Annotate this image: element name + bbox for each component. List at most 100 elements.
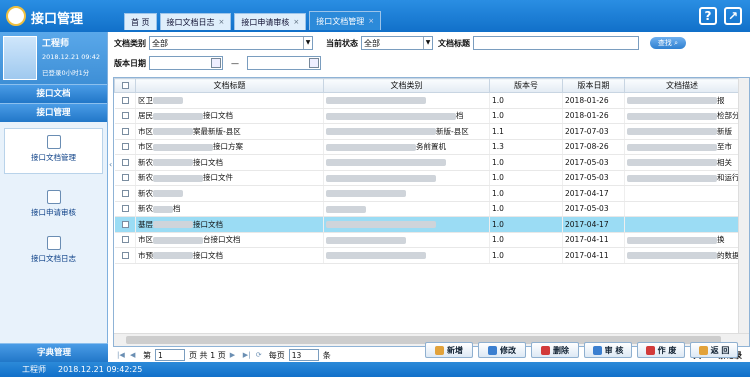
table-row[interactable]: 市区 接口方案 务前置机 1.3 2017-08-26 至市 <box>114 139 740 155</box>
table-row[interactable]: 基层 接口文档 1.0 2017-04-17 <box>114 216 740 233</box>
sidebar-item-label: 接口申请审核 <box>31 208 76 217</box>
select-value: 全部 <box>364 38 380 48</box>
delete-icon <box>541 345 550 355</box>
help-icon[interactable]: ? <box>699 7 717 25</box>
table-row[interactable]: 区卫 1.0 2018-01-26 报 <box>114 92 740 109</box>
row-checkbox[interactable] <box>122 174 130 182</box>
close-icon[interactable]: × <box>293 18 299 26</box>
calendar-icon[interactable] <box>309 58 319 68</box>
column-header[interactable]: 文档类别 <box>323 78 490 93</box>
delete-button[interactable]: 删除 <box>531 342 579 358</box>
table-row[interactable]: 居民 接口文档 档 1.0 2018-01-26 检部分 <box>114 108 740 124</box>
sidebar-section-manage[interactable]: 接口管理 <box>0 103 107 122</box>
row-checkbox-cell[interactable] <box>114 232 136 248</box>
tab-home[interactable]: 首 页 <box>124 13 157 30</box>
column-header[interactable]: 版本日期 <box>562 78 625 93</box>
row-checkbox-cell[interactable] <box>114 185 136 202</box>
close-icon[interactable]: × <box>219 18 225 26</box>
redacted-block <box>326 97 426 105</box>
date-to-field[interactable] <box>247 56 321 70</box>
select-value: 全部 <box>152 38 168 48</box>
redacted-block <box>153 190 183 198</box>
cell-date: 2017-04-11 <box>562 232 625 248</box>
row-checkbox[interactable] <box>122 96 130 104</box>
table-row[interactable]: 新农 接口文档 1.0 2017-05-03 相关 <box>114 154 740 171</box>
column-header[interactable]: 版本号 <box>489 78 563 93</box>
cell-text: 区卫 <box>138 95 153 105</box>
row-checkbox[interactable] <box>122 158 130 166</box>
status-time: 2018.12.21 09:42:25 <box>58 365 143 374</box>
doc-type-select[interactable]: 全部 ▼ <box>149 36 313 50</box>
table-row[interactable]: 市区 案最新版-县区 新版-县区 1.1 2017-07-03 新版 <box>114 123 740 140</box>
cell-desc: 报 <box>624 92 740 109</box>
sidebar-item-doc-manage[interactable]: 接口文档管理 <box>4 128 103 174</box>
cell-text: 档 <box>173 204 181 214</box>
table-row[interactable]: 新农 1.0 2017-04-17 <box>114 185 740 202</box>
cell-type <box>323 201 490 217</box>
review-button[interactable]: 审 核 <box>584 342 632 358</box>
row-checkbox-cell[interactable] <box>114 123 136 140</box>
redacted-block <box>627 174 717 182</box>
add-button[interactable]: 新增 <box>425 342 473 358</box>
cell-type <box>323 92 490 109</box>
state-select[interactable]: 全部 ▼ <box>361 36 433 50</box>
vertical-scrollbar[interactable] <box>738 78 749 334</box>
table-row[interactable]: 新农 档 1.0 2017-05-03 <box>114 201 740 217</box>
select-all-checkbox[interactable] <box>121 82 129 89</box>
cell-desc: 检部分 <box>624 108 740 124</box>
row-checkbox[interactable] <box>122 127 130 135</box>
cell-text: 基层 <box>138 219 153 229</box>
tab-doc-manage[interactable]: 接口文档管理 × <box>309 11 382 30</box>
title-input[interactable] <box>473 36 639 50</box>
cell-date: 2017-04-17 <box>562 185 625 202</box>
sidebar-section-docs[interactable]: 接口文档 <box>0 84 107 103</box>
redacted-block <box>326 143 416 151</box>
row-checkbox[interactable] <box>122 251 130 259</box>
header-checkbox-cell[interactable] <box>114 78 136 93</box>
row-checkbox[interactable] <box>122 189 130 197</box>
table-row[interactable]: 市预 接口文档 1.0 2017-04-11 的数据 <box>114 247 740 264</box>
table-row[interactable]: 市区 台接口文档 1.0 2017-04-11 换 <box>114 232 740 248</box>
table-row[interactable]: 新农 接口文件 1.0 2017-05-03 和运行 <box>114 170 740 186</box>
tab-doc-log[interactable]: 接口文档日志 × <box>159 13 232 30</box>
date-from-field[interactable] <box>149 56 223 70</box>
row-checkbox-cell[interactable] <box>114 216 136 233</box>
row-checkbox[interactable] <box>122 220 130 228</box>
column-header[interactable]: 文档描述 <box>624 78 740 93</box>
redacted-block <box>326 205 366 213</box>
redacted-block <box>326 190 406 198</box>
row-checkbox-cell[interactable] <box>114 247 136 264</box>
void-button[interactable]: 作 废 <box>637 342 685 358</box>
redacted-block <box>153 143 213 151</box>
row-checkbox-cell[interactable] <box>114 92 136 109</box>
cell-version: 1.3 <box>489 139 563 155</box>
tab-apply-review[interactable]: 接口申请审核 × <box>234 13 307 30</box>
cell-text: 相关 <box>717 157 732 167</box>
cell-date: 2017-05-03 <box>562 201 625 217</box>
calendar-icon[interactable] <box>211 58 221 68</box>
row-checkbox[interactable] <box>122 112 130 120</box>
cell-text: 务前置机 <box>416 142 446 152</box>
row-checkbox-cell[interactable] <box>114 170 136 186</box>
cell-text: 新农 <box>138 157 153 167</box>
row-checkbox[interactable] <box>122 205 130 213</box>
row-checkbox-cell[interactable] <box>114 108 136 124</box>
cell-version: 1.0 <box>489 154 563 171</box>
query-button[interactable]: 查找 ⌕ <box>650 37 686 49</box>
row-checkbox-cell[interactable] <box>114 139 136 155</box>
cell-date: 2017-05-03 <box>562 170 625 186</box>
back-button[interactable]: 返 回 <box>690 342 738 358</box>
cell-text: 接口方案 <box>213 142 243 152</box>
cell-desc: 至市 <box>624 139 740 155</box>
external-link-icon[interactable]: ↗ <box>724 7 742 25</box>
sidebar-item-apply-review[interactable]: 接口申请审核 <box>0 184 107 218</box>
row-checkbox[interactable] <box>122 143 130 151</box>
row-checkbox-cell[interactable] <box>114 154 136 171</box>
close-icon[interactable]: × <box>368 17 374 25</box>
row-checkbox[interactable] <box>122 236 130 244</box>
avatar <box>3 36 37 80</box>
row-checkbox-cell[interactable] <box>114 201 136 217</box>
edit-button[interactable]: 修改 <box>478 342 526 358</box>
sidebar-item-doc-log[interactable]: 接口文档日志 <box>0 230 107 264</box>
column-header[interactable]: 文档标题 <box>135 78 324 93</box>
